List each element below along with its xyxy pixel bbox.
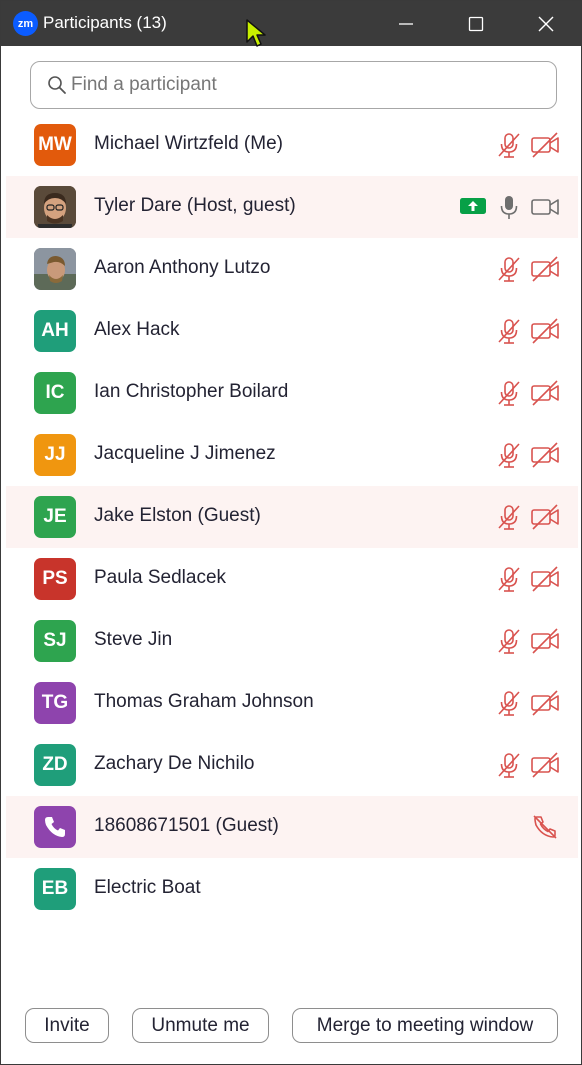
video-off-icon[interactable]: [530, 378, 560, 408]
mic-on-icon[interactable]: [494, 192, 524, 222]
avatar: JJ: [34, 434, 76, 476]
participant-name: Steve Jin: [94, 629, 173, 650]
video-off-icon[interactable]: [530, 688, 560, 718]
video-off-icon[interactable]: [530, 502, 560, 532]
minimize-button[interactable]: [371, 1, 441, 46]
participant-row[interactable]: AH Alex Hack: [6, 300, 578, 362]
close-icon: [538, 16, 554, 31]
mic-muted-icon[interactable]: [494, 626, 524, 656]
phone-muted-icon[interactable]: [530, 812, 560, 842]
participant-row[interactable]: EB Electric Boat: [6, 858, 578, 920]
participant-name: Aaron Anthony Lutzo: [94, 257, 271, 278]
search-box[interactable]: [30, 61, 557, 109]
video-off-icon[interactable]: [530, 254, 560, 284]
participant-row[interactable]: SJ Steve Jin: [6, 610, 578, 672]
participant-name: Jacqueline J Jimenez: [94, 443, 276, 464]
participants-window: zm Participants (13) MW Michael Wirtzfeld…: [0, 0, 582, 1065]
participant-name: Electric Boat: [94, 877, 201, 898]
participant-row[interactable]: Tyler Dare (Host, guest): [6, 176, 578, 238]
video-off-icon[interactable]: [530, 750, 560, 780]
maximize-icon: [468, 16, 484, 31]
participant-row[interactable]: TG Thomas Graham Johnson: [6, 672, 578, 734]
participant-photo: [34, 248, 76, 290]
mic-muted-icon[interactable]: [494, 688, 524, 718]
merge-to-meeting-window-button[interactable]: Merge to meeting window: [292, 1008, 558, 1043]
avatar: TG: [34, 682, 76, 724]
participant-row[interactable]: PS Paula Sedlacek: [6, 548, 578, 610]
avatar: AH: [34, 310, 76, 352]
unmute-me-button[interactable]: Unmute me: [132, 1008, 269, 1043]
video-on-icon[interactable]: [530, 192, 560, 222]
participant-row[interactable]: Aaron Anthony Lutzo: [6, 238, 578, 300]
screen-share-icon: [460, 198, 486, 214]
title-bar: zm Participants (13): [1, 1, 581, 46]
participant-row[interactable]: MW Michael Wirtzfeld (Me): [6, 114, 578, 176]
phone-avatar-icon: [45, 817, 65, 837]
video-off-icon[interactable]: [530, 564, 560, 594]
participant-name: Michael Wirtzfeld (Me): [94, 133, 283, 154]
minimize-icon: [399, 22, 413, 25]
avatar: EB: [34, 868, 76, 910]
search-icon: [48, 76, 66, 94]
search-input[interactable]: [71, 62, 541, 107]
participant-row[interactable]: ZD Zachary De Nichilo: [6, 734, 578, 796]
participant-row[interactable]: 18608671501 (Guest): [6, 796, 578, 858]
mic-muted-icon[interactable]: [494, 502, 524, 532]
participant-row[interactable]: JE Jake Elston (Guest): [6, 486, 578, 548]
invite-button[interactable]: Invite: [25, 1008, 109, 1043]
participant-row[interactable]: JJ Jacqueline J Jimenez: [6, 424, 578, 486]
mic-muted-icon[interactable]: [494, 750, 524, 780]
participant-name: Paula Sedlacek: [94, 567, 227, 588]
close-button[interactable]: [511, 1, 581, 46]
participant-name: Ian Christopher Boilard: [94, 381, 289, 402]
participant-name: 18608671501 (Guest): [94, 815, 279, 836]
mic-muted-icon[interactable]: [494, 440, 524, 470]
mic-muted-icon[interactable]: [494, 316, 524, 346]
mic-muted-icon[interactable]: [494, 130, 524, 160]
zoom-logo-icon: zm: [13, 11, 38, 36]
participant-photo: [34, 186, 76, 228]
participant-name: Jake Elston (Guest): [94, 505, 261, 526]
window-title: Participants (13): [43, 13, 167, 32]
avatar: ZD: [34, 744, 76, 786]
participant-name: Zachary De Nichilo: [94, 753, 255, 774]
mic-muted-icon[interactable]: [494, 378, 524, 408]
mouse-cursor-icon: [246, 19, 266, 47]
avatar: PS: [34, 558, 76, 600]
video-off-icon[interactable]: [530, 130, 560, 160]
avatar: IC: [34, 372, 76, 414]
participant-list: MW Michael Wirtzfeld (Me) Tyler Dare (Hos…: [6, 114, 578, 920]
video-off-icon[interactable]: [530, 626, 560, 656]
mic-muted-icon[interactable]: [494, 564, 524, 594]
mic-muted-icon[interactable]: [494, 254, 524, 284]
avatar: JE: [34, 496, 76, 538]
participant-row[interactable]: IC Ian Christopher Boilard: [6, 362, 578, 424]
video-off-icon[interactable]: [530, 316, 560, 346]
avatar: MW: [34, 124, 76, 166]
maximize-button[interactable]: [441, 1, 511, 46]
participant-name: Alex Hack: [94, 319, 180, 340]
avatar: [34, 806, 76, 848]
video-off-icon[interactable]: [530, 440, 560, 470]
participant-name: Thomas Graham Johnson: [94, 691, 314, 712]
participant-name: Tyler Dare (Host, guest): [94, 195, 296, 216]
avatar: SJ: [34, 620, 76, 662]
avatar: [34, 248, 76, 290]
avatar: [34, 186, 76, 228]
